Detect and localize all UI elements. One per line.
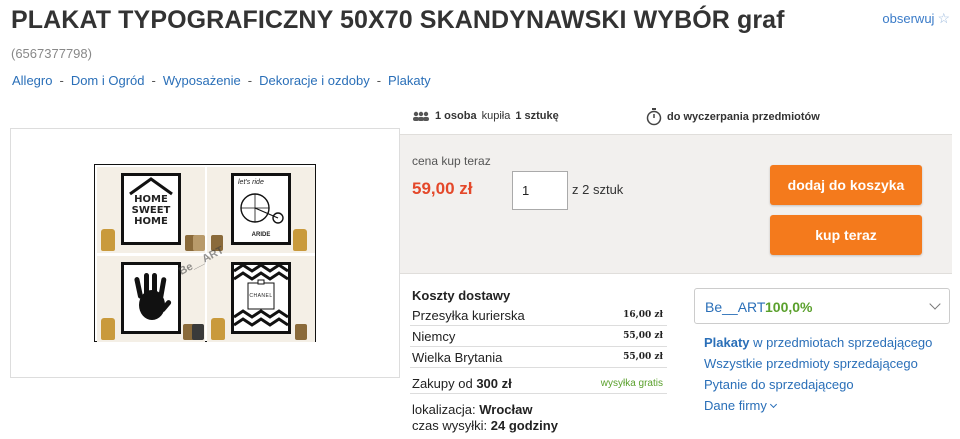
bought-word: kupiła	[481, 110, 511, 122]
price-label: cena kup teraz	[412, 154, 491, 168]
page-title: PLAKAT TYPOGRAFICZNY 50X70 SKANDYNAWSKI …	[11, 6, 785, 34]
quantity-input[interactable]	[512, 171, 568, 210]
price: 59,00 zł	[412, 179, 473, 198]
breadcrumb-wyposazenie[interactable]: Wyposażenie	[163, 73, 241, 88]
seller-category: Plakaty	[704, 335, 750, 350]
poster-chanel-text: CHANEL	[249, 293, 273, 299]
product-image-gallery[interactable]: HOME SWEET HOME let's ride ARIDE CHANEL …	[10, 128, 400, 378]
company-details-link[interactable]: Dane firmy	[704, 395, 932, 416]
breadcrumb-separator: -	[376, 73, 382, 88]
chevron-down-icon	[769, 400, 777, 409]
seller-links: Plakaty w przedmiotach sprzedającego Wsz…	[704, 332, 932, 416]
breadcrumb-dom-i-ogrod[interactable]: Dom i Ogród	[71, 73, 145, 88]
breadcrumb-separator: -	[59, 73, 64, 88]
buy-now-button[interactable]: kup teraz	[770, 215, 922, 255]
shipping-price: 55,00 zł	[623, 352, 663, 362]
ask-seller-link[interactable]: Pytanie do sprzedającego	[704, 374, 932, 395]
free-shipping-amount: 300 zł	[476, 376, 512, 391]
breadcrumb-separator: -	[151, 73, 156, 88]
dispatch-time: czas wysyłki: 24 godziny	[412, 418, 558, 433]
shipping-price: 55,00 zł	[623, 331, 663, 341]
breadcrumb: Allegro - Dom i Ogród - Wyposażenie - De…	[12, 73, 431, 88]
poster-bike-text: let's ride	[238, 179, 264, 186]
poster-chanel: CHANEL	[207, 256, 315, 342]
breadcrumb-plakaty[interactable]: Plakaty	[388, 73, 431, 88]
buyers-count: 1 osoba	[435, 110, 477, 122]
house-roof-icon	[129, 177, 173, 196]
location-label: lokalizacja:	[412, 402, 476, 417]
shipping-method: Wielka Brytania	[412, 350, 503, 365]
units-bought: 1 sztukę	[515, 110, 559, 122]
chevron-down-icon	[929, 298, 941, 310]
poster-home-text: HOME SWEET HOME	[131, 194, 171, 227]
availability-stats: do wyczerpania przedmiotów	[646, 108, 820, 126]
watch-label: obserwuj	[882, 11, 935, 26]
dispatch-value: 24 godziny	[490, 418, 558, 433]
breadcrumb-allegro[interactable]: Allegro	[12, 73, 52, 88]
shipping-row: Niemcy 55,00 zł	[410, 327, 667, 347]
shipping-method: Niemcy	[412, 329, 456, 344]
seller-category-suffix: w przedmiotach sprzedającego	[753, 335, 933, 350]
handprint-icon	[134, 273, 172, 320]
breadcrumb-dekoracje[interactable]: Dekoracje i ozdoby	[259, 73, 370, 88]
stopwatch-icon	[646, 108, 662, 126]
shipping-row: Przesyłka kurierska 16,00 zł	[410, 306, 667, 326]
shipping-title: Koszty dostawy	[412, 288, 511, 303]
shipping-row: Wielka Brytania 55,00 zł	[410, 348, 667, 368]
dispatch-label: czas wysyłki:	[412, 418, 488, 433]
company-details-label: Dane firmy	[704, 398, 767, 413]
add-to-cart-button[interactable]: dodaj do koszyka	[770, 165, 922, 205]
shipping-method: Przesyłka kurierska	[412, 308, 525, 323]
free-shipping-label: wysyłka gratis	[600, 378, 663, 389]
poster-bike-sub: ARIDE	[251, 232, 271, 238]
star-icon: ☆	[937, 10, 950, 26]
location: lokalizacja: Wrocław	[412, 402, 532, 417]
free-shipping-row: Zakupy od 300 zł wysyłka gratis	[410, 374, 667, 394]
people-icon	[413, 111, 429, 121]
available-units: z 2 sztuk	[572, 182, 624, 197]
item-id: (6567377798)	[11, 46, 92, 61]
location-value: Wrocław	[479, 402, 533, 417]
bicycle-icon	[240, 193, 284, 224]
breadcrumb-separator: -	[247, 73, 253, 88]
buy-panel: cena kup teraz 59,00 zł z 2 sztuk dodaj …	[400, 134, 952, 274]
seller-all-items-link[interactable]: Wszystkie przedmioty sprzedającego	[704, 353, 932, 374]
watch-button[interactable]: obserwuj ☆	[882, 10, 950, 27]
until-label: do wyczerpania przedmiotów	[667, 111, 820, 123]
buyers-stats: 1 osoba kupiła 1 sztukę	[412, 110, 559, 122]
seller-name: Be__ART	[705, 299, 766, 315]
seller-category-link[interactable]: Plakaty w przedmiotach sprzedającego	[704, 332, 932, 353]
seller-rating: 100,0%	[765, 299, 813, 315]
seller-dropdown[interactable]: Be__ART 100,0%	[694, 288, 950, 324]
poster-bike: let's ride ARIDE	[207, 167, 315, 253]
free-shipping-prefix: Zakupy od	[412, 376, 473, 391]
poster-home-sweet-home: HOME SWEET HOME	[97, 167, 205, 253]
free-shipping-threshold: Zakupy od 300 zł	[412, 376, 512, 391]
shipping-price: 16,00 zł	[623, 310, 663, 320]
